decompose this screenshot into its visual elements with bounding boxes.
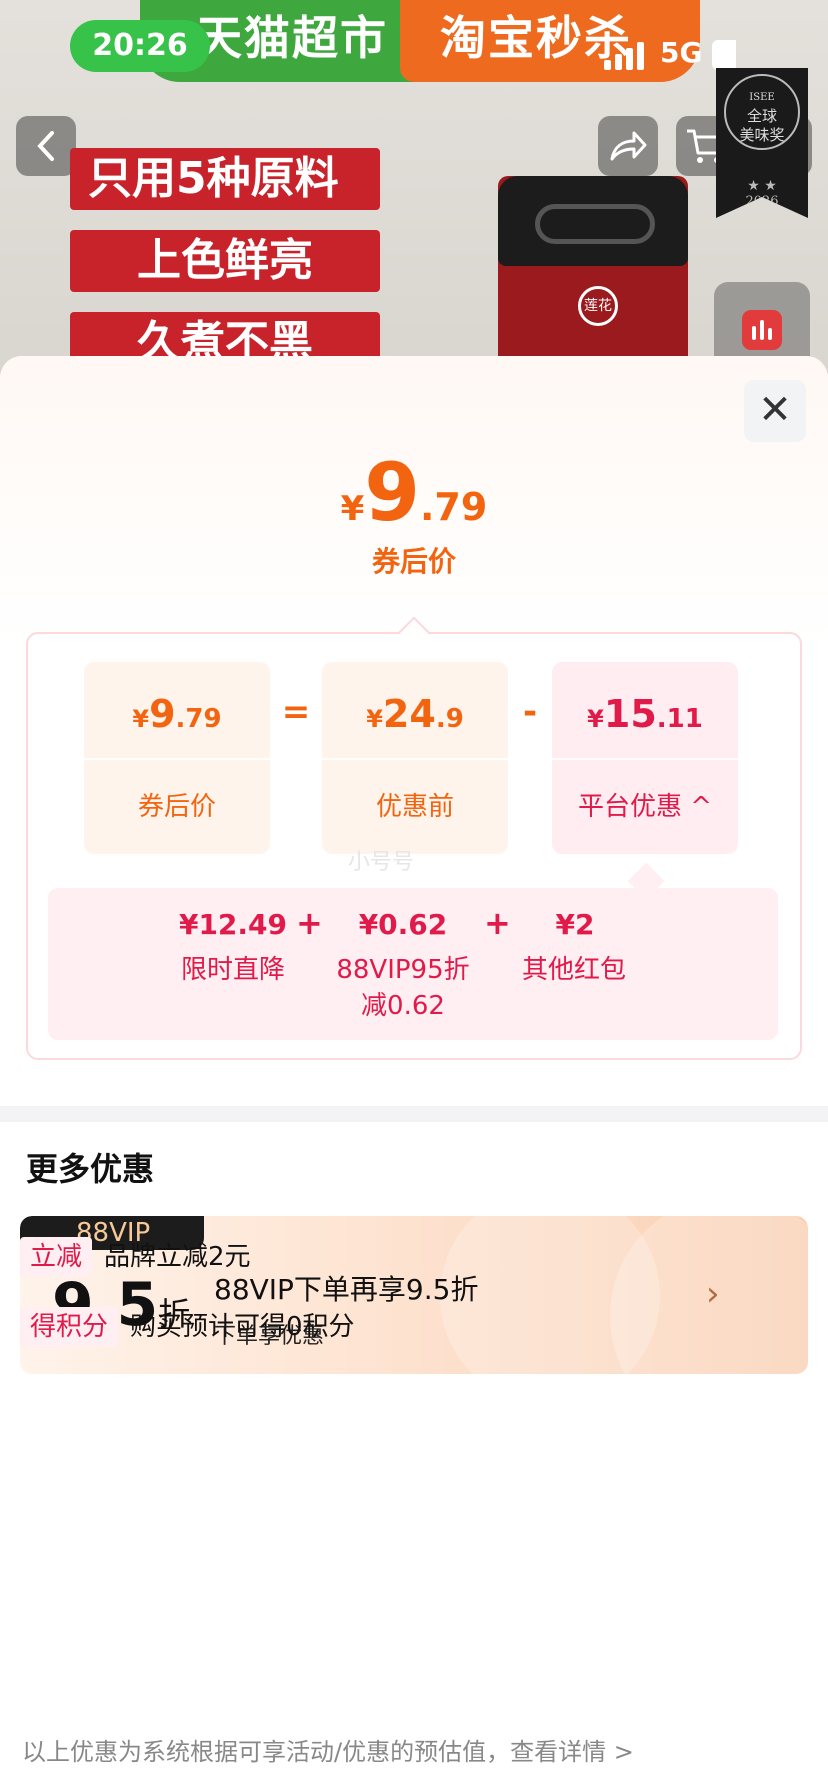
breakdown-sublabel: 减0.62 (361, 991, 445, 1021)
platform-discount-cell[interactable]: ¥15.11 平台优惠 ^ (552, 662, 738, 854)
product-tag: 上色鲜亮 (70, 230, 380, 292)
product-tag: 只用5种原料 (70, 148, 380, 210)
footer-note-link[interactable]: 以上优惠为系统根据可享活动/优惠的预估值，查看详情 > (22, 1732, 634, 1767)
award-seal: ISEE 全球 美味奖 (724, 74, 800, 150)
after-coupon-cell: ¥9.79 券后价 (84, 662, 270, 854)
close-button[interactable]: ✕ (744, 380, 806, 442)
after-coupon-label: 券后价 (137, 792, 216, 822)
product-tags: 只用5种原料 上色鲜亮 久煮不黑 (70, 148, 380, 380)
breakdown-value: ¥2 (555, 908, 595, 941)
watermark: 小号号 (348, 850, 415, 875)
final-price-label: 券后价 (371, 545, 456, 578)
promo-tag: 得积分 (20, 1307, 119, 1347)
final-price: ¥9.79 (340, 446, 488, 539)
minus-sign: - (522, 692, 538, 732)
network-type: 5G (660, 36, 703, 69)
before-discount-label: 优惠前 (375, 792, 454, 822)
share-button[interactable] (598, 116, 658, 176)
chevron-right-icon: › (706, 1274, 720, 1314)
share-icon (610, 131, 647, 161)
award-stars: ★ ★ (747, 178, 777, 194)
plus-sign: + (296, 904, 323, 942)
signal-icon (604, 40, 648, 70)
back-button[interactable] (16, 116, 76, 176)
bottle-logo: 莲花 (578, 286, 618, 326)
promo-text: 品牌立减2元 (104, 1242, 251, 1272)
brand-left-text: 天猫超市 (196, 11, 388, 65)
equals-sign: = (281, 692, 311, 732)
breakdown-value: ¥12.49 (178, 908, 288, 941)
platform-discount-label: 平台优惠 (577, 792, 682, 822)
discount-sheet: ✕ ¥9.79 券后价 ¥9.79 券后价 = ¥24.9 优惠前 - ¥15.… (0, 356, 828, 1792)
breakdown-label: 其他红包 (521, 955, 626, 985)
promo-tag: 立减 (20, 1237, 93, 1277)
chart-icon (742, 310, 782, 350)
section-divider (0, 1106, 828, 1122)
breakdown-label: 限时直降 (180, 955, 285, 985)
product-image-area: 天猫超市 淘宝秒杀 20:26 5G 只用5种原料 上色鲜亮 久煮不黑 莲花 I… (0, 0, 828, 380)
chevron-up-icon: ^ (690, 792, 713, 822)
breakdown-label: 88VIP95折 减0.62 (328, 952, 478, 1024)
promo-row: 得积分 购买预计可得0积分 (20, 1306, 355, 1347)
promo-row: 立减 品牌立减2元 (20, 1236, 251, 1277)
promo-text: 购买预计可得0积分 (130, 1312, 355, 1342)
more-discounts-title: 更多优惠 (26, 1150, 155, 1188)
breakdown-value: ¥0.62 (358, 908, 448, 941)
award-ribbon: ISEE 全球 美味奖 ★ ★ 2026 (716, 68, 808, 218)
plus-sign: + (484, 904, 511, 942)
vip-title: 88VIP下单再享9.5折 (214, 1273, 479, 1306)
close-icon: ✕ (758, 387, 792, 433)
brand-banner-right: 淘宝秒杀 (400, 0, 700, 82)
bottle-handle (535, 204, 655, 244)
status-time: 20:26 (70, 20, 210, 72)
award-year: 2026 (745, 194, 779, 209)
before-discount-cell: ¥24.9 优惠前 (322, 662, 508, 854)
battery-icon (712, 40, 736, 70)
chevron-left-icon (37, 131, 54, 161)
